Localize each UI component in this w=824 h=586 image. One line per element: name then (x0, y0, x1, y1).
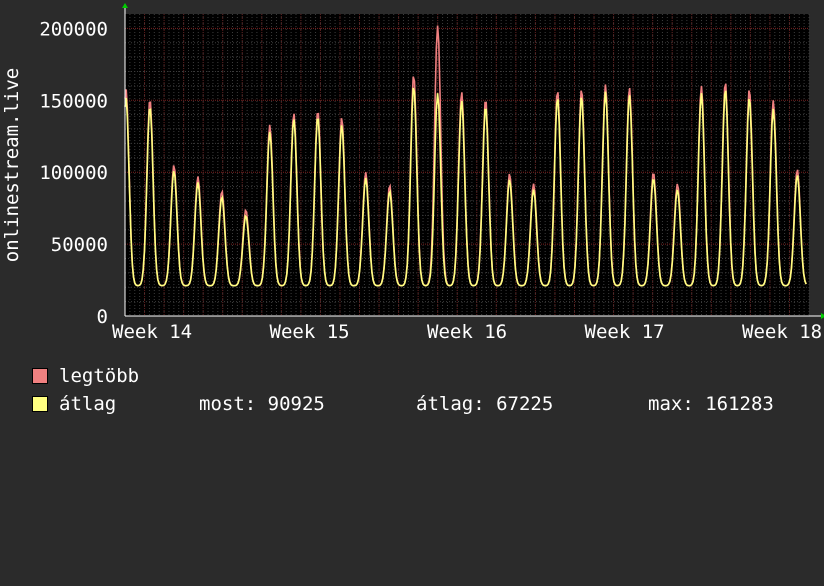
stat-mean: átlag: 67225 (416, 393, 554, 415)
y-axis-title: onlinestream.live (1, 68, 23, 262)
legend-swatch-max (32, 368, 48, 384)
legend-label-avg: átlag (59, 393, 117, 415)
x-tick-label: Week 15 (270, 321, 350, 343)
legend-swatch-avg (32, 396, 48, 412)
y-tick-label: 150000 (39, 90, 108, 112)
y-tick-label: 0 (97, 306, 108, 328)
legend-label-max: legtöbb (59, 365, 140, 387)
legend: legtöbb átlag most: 90925 átlag: 67225 m… (32, 362, 774, 418)
y-tick-label: 50000 (51, 234, 108, 256)
y-tick-label: 200000 (39, 18, 108, 40)
stat-now: most: 90925 (199, 393, 325, 415)
stat-max: max: 161283 (648, 393, 774, 415)
y-tick-label: 100000 (39, 162, 108, 184)
legend-row-avg: átlag most: 90925 átlag: 67225 max: 1612… (32, 390, 774, 418)
x-tick-label: Week 14 (112, 321, 192, 343)
legend-row-max: legtöbb (32, 362, 139, 390)
x-tick-label: Week 16 (427, 321, 507, 343)
x-tick-label: Week 18 (742, 321, 822, 343)
x-tick-label: Week 17 (585, 321, 665, 343)
